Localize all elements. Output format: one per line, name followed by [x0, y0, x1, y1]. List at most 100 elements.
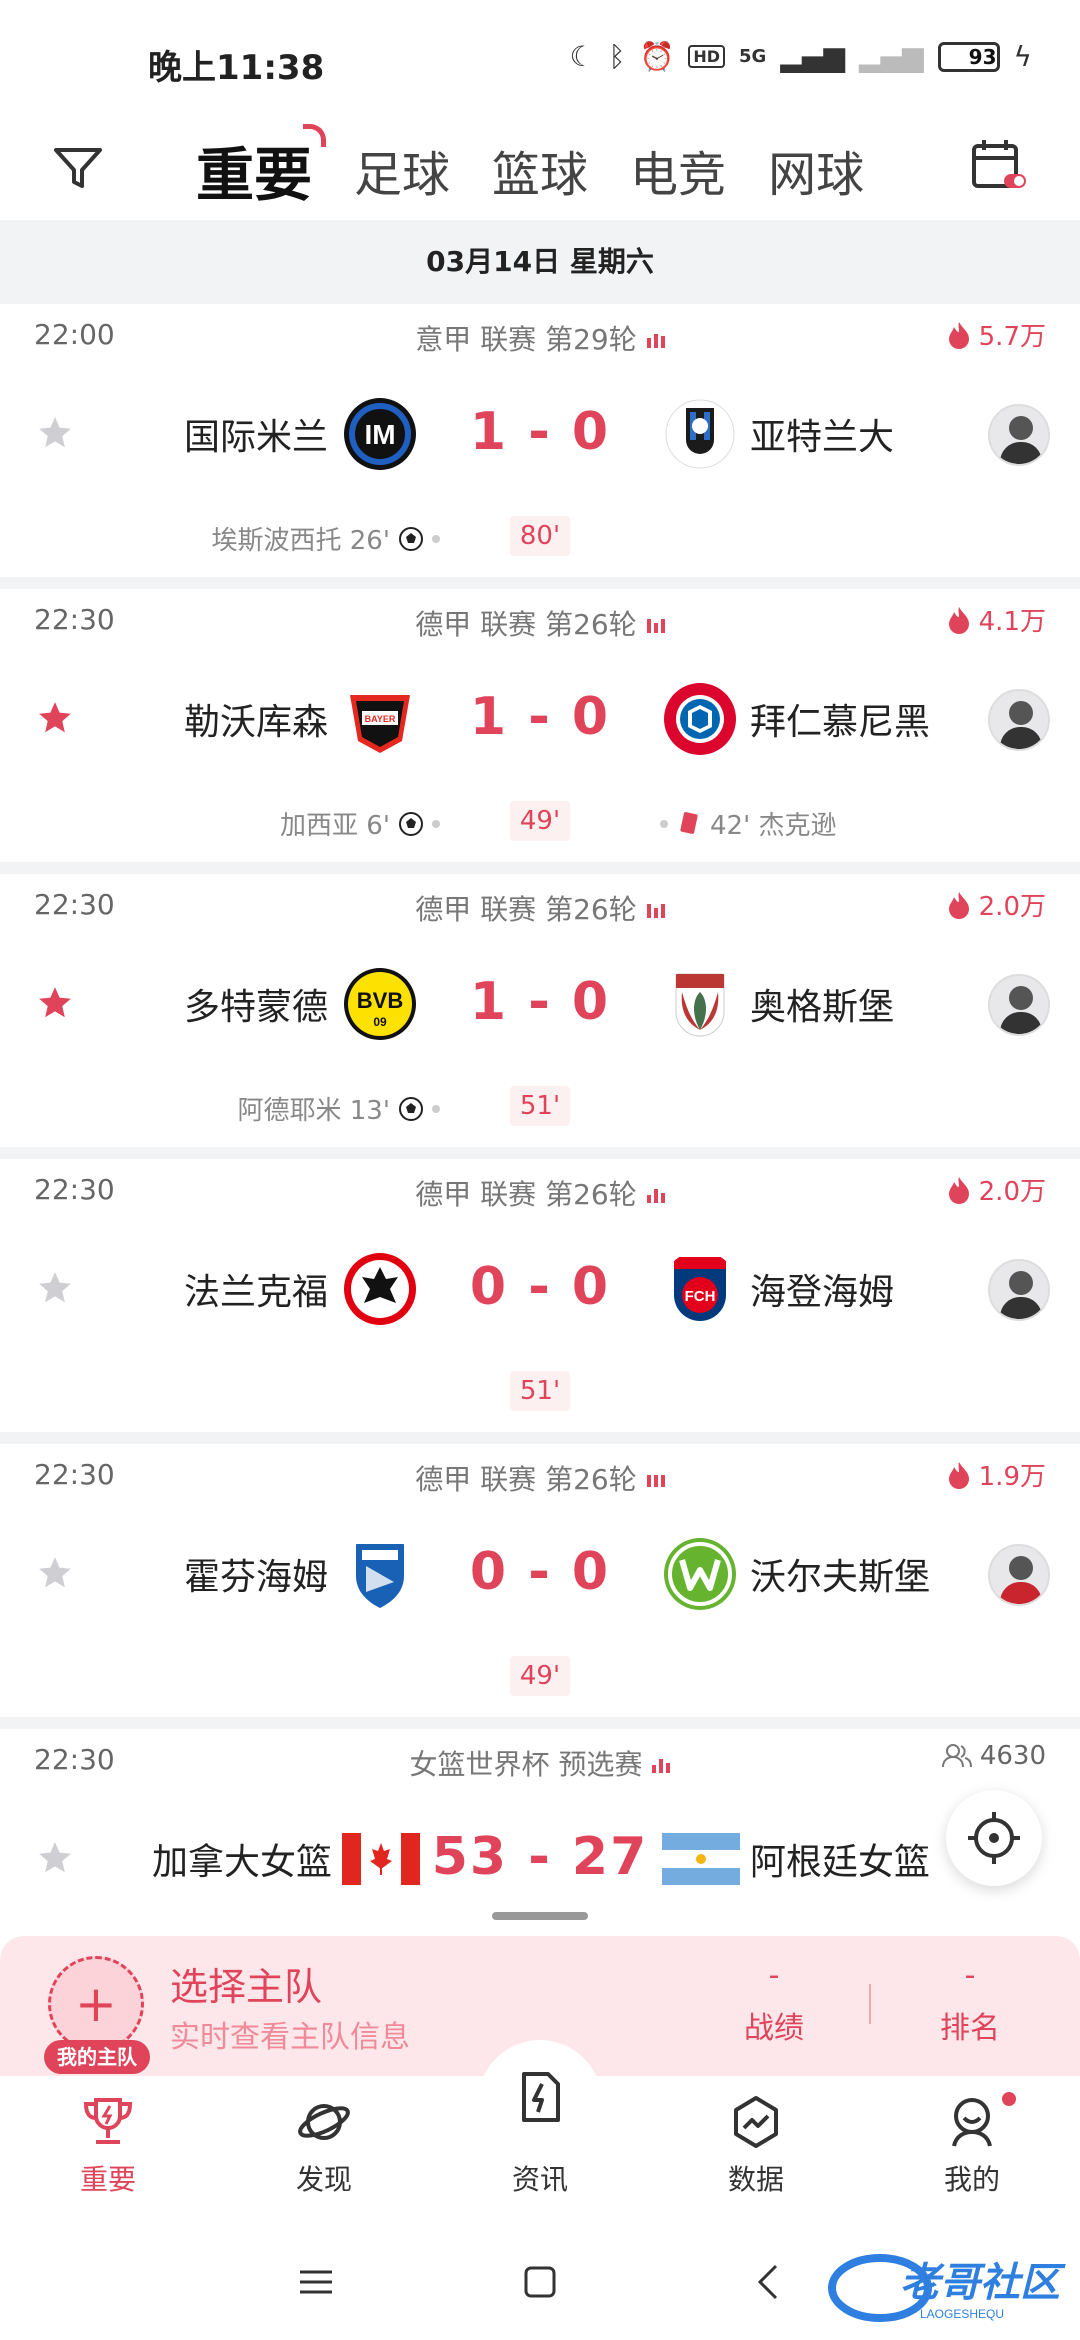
viewer-count: 4630: [941, 1741, 1046, 1771]
tab-esports[interactable]: 电竞: [630, 135, 726, 205]
nav-important[interactable]: 重要: [0, 2076, 216, 2226]
soccer-ball-icon: [399, 811, 423, 836]
home-team-name: 霍芬海姆: [183, 1557, 328, 1598]
events-row: 加西亚 6' 49' 42' 杰克逊: [0, 801, 1080, 841]
frankfurt-logo-icon: [344, 1253, 416, 1325]
atalanta-logo-icon: [665, 399, 735, 469]
events-row: 51': [0, 1371, 1080, 1411]
back-icon[interactable]: [748, 2260, 792, 2304]
home-event-label: 阿德耶米 13': [237, 1096, 391, 1126]
users-icon: [941, 1744, 972, 1768]
tab-tennis[interactable]: 网球: [768, 135, 864, 205]
flame-icon: [948, 891, 969, 919]
laoge-logo-icon: 老哥社区 LAOGESHEQU: [828, 2254, 1066, 2322]
svg-text:BVB: BVB: [357, 988, 403, 1013]
home-team-name: 勒沃库森: [183, 702, 328, 743]
match-card[interactable]: 22:30 德甲 联赛 第26轮 1.9万 霍芬海姆 0 - 0 沃尔夫斯堡 4…: [0, 1444, 1080, 1729]
viewer-value: 4630: [979, 1741, 1046, 1771]
live-minute: 49': [510, 1656, 570, 1696]
svg-text:FCH: FCH: [685, 1288, 716, 1305]
canada-flag-icon: [342, 1833, 420, 1885]
my-team-badge: 我的主队: [44, 2040, 150, 2074]
match-card[interactable]: 22:30 女篮世界杯 预选赛 4630 加拿大女篮 53 - 27 阿根廷女篮: [0, 1729, 1080, 1940]
league-label: 意甲 联赛 第29轮: [415, 323, 637, 356]
match-card[interactable]: 22:30 德甲 联赛 第26轮 4.1万 勒沃库森 BAYER 1 - 0 拜…: [0, 589, 1080, 874]
heat-indicator: 4.1万: [945, 601, 1046, 638]
league-label: 德甲 联赛 第26轮: [415, 1178, 637, 1211]
match-card[interactable]: 22:30 德甲 联赛 第26轮 2.0万 法兰克福 0 - 0 FCH 海登海…: [0, 1159, 1080, 1444]
locate-button[interactable]: [946, 1790, 1042, 1886]
rank-stat: - 排名: [910, 1958, 1030, 2047]
star-icon[interactable]: [36, 984, 74, 1022]
inter-logo-icon: IM: [344, 398, 416, 470]
tab-basketball[interactable]: 篮球: [492, 135, 588, 205]
drag-handle[interactable]: [492, 1912, 588, 1920]
status-bar: 晚上11:38 ☾ ᛒ ⏰ HD 5G ▂▄▆ ▂▄▆ 93 ϟ: [0, 0, 1080, 120]
away-team-name: 海登海姆: [750, 1272, 895, 1313]
battery-percent: 93: [968, 44, 997, 69]
match-score: 0 - 0: [469, 1257, 611, 1317]
record-label: 战绩: [744, 2011, 804, 2046]
home-event-label: 埃斯波西托 26': [211, 526, 391, 556]
events-row: 埃斯波西托 26' 80': [0, 516, 1080, 556]
stats-bars-icon: [646, 619, 665, 633]
hoffenheim-logo-icon: [356, 1544, 404, 1608]
add-team-button[interactable]: +: [48, 1956, 144, 2052]
signal-2-icon: ▂▄▆: [858, 40, 924, 73]
match-league: 德甲 联赛 第26轮: [0, 603, 1080, 643]
avatar[interactable]: [988, 689, 1050, 751]
bottom-nav: 重要 发现 资讯 数据 我的: [0, 2072, 1080, 2226]
star-icon[interactable]: [36, 1554, 74, 1592]
home-team-name: 法兰克福: [183, 1272, 328, 1313]
heat-indicator: 1.9万: [945, 1456, 1046, 1493]
star-icon[interactable]: [36, 1269, 74, 1307]
avatar[interactable]: [988, 974, 1050, 1036]
away-team-name: 阿根廷女篮: [750, 1842, 931, 1883]
filter-icon[interactable]: [50, 140, 106, 196]
moon-icon: ☾: [569, 40, 595, 73]
crosshair-icon: [968, 1812, 1020, 1864]
away-team-name: 奥格斯堡: [750, 987, 895, 1028]
events-row: 阿德耶米 13' 51': [0, 1086, 1080, 1126]
match-card[interactable]: 22:00 意甲 联赛 第29轮 5.7万 国际米兰 IM 1 - 0 亚特兰大…: [0, 304, 1080, 589]
notification-dot: [1002, 2092, 1016, 2106]
stats-bars-icon: [646, 904, 665, 918]
avatar[interactable]: [988, 1259, 1050, 1321]
select-team-subtitle: 实时查看主队信息: [170, 2020, 410, 2055]
nav-profile[interactable]: 我的: [864, 2076, 1080, 2226]
data-icon: [734, 2096, 778, 2148]
league-label: 德甲 联赛 第26轮: [415, 608, 637, 641]
away-team-name: 亚特兰大: [750, 417, 895, 458]
svg-text:BAYER: BAYER: [365, 714, 396, 724]
tab-football[interactable]: 足球: [354, 135, 450, 205]
date-bar[interactable]: 03月14日 星期六: [0, 220, 1080, 304]
star-icon[interactable]: [36, 414, 74, 452]
nav-news[interactable]: 资讯: [432, 2072, 648, 2226]
heat-indicator: 2.0万: [945, 1171, 1046, 1208]
match-card[interactable]: 22:30 德甲 联赛 第26轮 2.0万 多特蒙德 BVB 09 1 - 0 奥…: [0, 874, 1080, 1159]
home-team-name: 国际米兰: [183, 417, 328, 458]
match-list[interactable]: 22:00 意甲 联赛 第29轮 5.7万 国际米兰 IM 1 - 0 亚特兰大…: [0, 304, 1080, 1940]
heat-value: 2.0万: [978, 1177, 1046, 1207]
status-time: 晚上11:38: [148, 48, 325, 88]
match-score: 1 - 0: [469, 687, 611, 747]
heat-indicator: 2.0万: [945, 886, 1046, 923]
stats-bars-icon: [646, 334, 665, 348]
home-icon[interactable]: [518, 2260, 562, 2304]
calendar-icon[interactable]: [968, 136, 1028, 196]
select-team-title[interactable]: 选择主队: [170, 1956, 322, 2011]
match-score: 53 - 27: [431, 1827, 649, 1887]
heidenheim-logo-icon: FCH: [674, 1257, 726, 1321]
star-icon[interactable]: [36, 1839, 74, 1877]
red-card-icon: [680, 811, 698, 834]
avatar[interactable]: [988, 1544, 1050, 1606]
nav-discover[interactable]: 发现: [216, 2076, 432, 2226]
nav-label: 重要: [79, 2163, 136, 2196]
star-icon[interactable]: [36, 699, 74, 737]
tab-important[interactable]: 重要: [196, 124, 327, 212]
nav-data[interactable]: 数据: [648, 2076, 864, 2226]
league-label: 女篮世界杯 预选赛: [409, 1748, 643, 1781]
rank-label: 排名: [940, 2011, 1000, 2046]
avatar[interactable]: [988, 404, 1050, 466]
menu-icon[interactable]: [294, 2260, 338, 2304]
